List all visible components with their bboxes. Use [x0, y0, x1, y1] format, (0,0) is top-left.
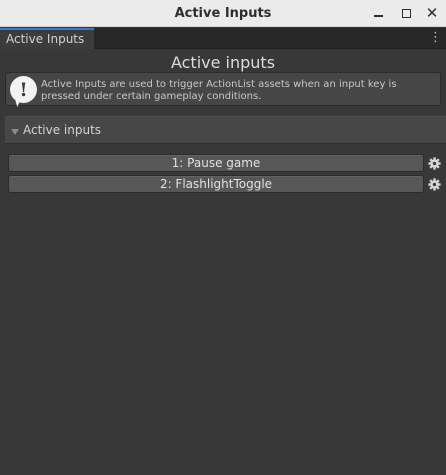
minimize-button[interactable]: [368, 3, 388, 23]
minimize-icon: [373, 15, 383, 17]
info-exclamation-icon: !: [10, 76, 37, 103]
gear-icon[interactable]: [427, 175, 441, 193]
list-item: 2: FlashlightToggle: [7, 175, 441, 193]
input-item-button[interactable]: 1: Pause game: [8, 154, 424, 172]
list-item: 1: Pause game: [7, 154, 441, 172]
input-item-button[interactable]: 2: FlashlightToggle: [8, 175, 424, 193]
help-text: Active Inputs are used to trigger Action…: [41, 79, 397, 102]
tab-active-inputs[interactable]: Active Inputs: [0, 28, 94, 49]
maximize-button[interactable]: [396, 3, 416, 23]
tab-strip: Active Inputs ⋮: [0, 28, 446, 49]
tab-label: Active Inputs: [6, 32, 85, 46]
foldout-arrow-icon[interactable]: [11, 129, 19, 135]
gear-icon[interactable]: [427, 154, 441, 172]
maximize-icon: [401, 8, 411, 18]
foldout-label: Active inputs: [23, 123, 102, 137]
help-box: ! Active Inputs are used to trigger Acti…: [5, 72, 441, 106]
close-button[interactable]: ✕: [422, 3, 442, 23]
active-inputs-foldout[interactable]: Active inputs: [5, 116, 446, 144]
window-titlebar: Active Inputs ✕: [0, 0, 446, 27]
page-title: Active inputs: [170, 53, 276, 72]
kebab-menu-icon[interactable]: ⋮: [429, 31, 442, 44]
close-icon: ✕: [425, 3, 439, 22]
